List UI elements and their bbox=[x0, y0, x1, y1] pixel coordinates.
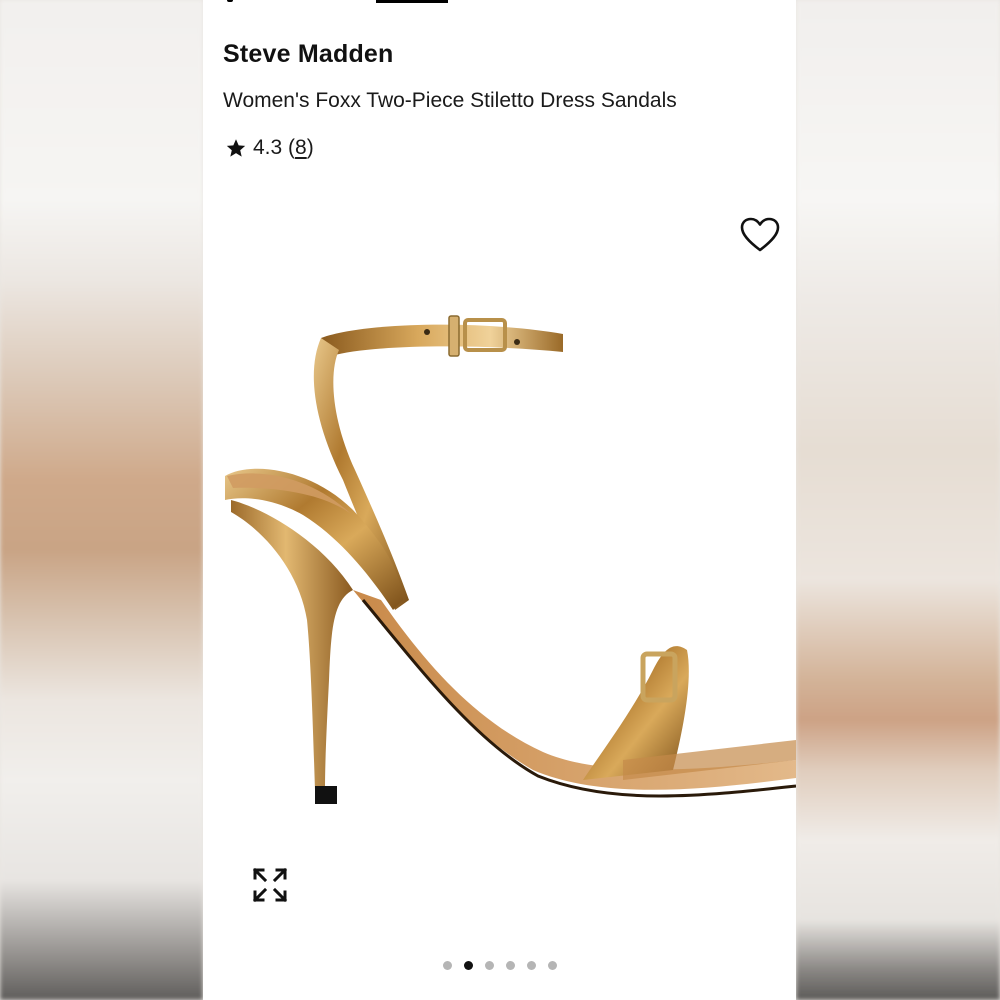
pagination-dot[interactable] bbox=[505, 960, 515, 970]
background-blur-right bbox=[796, 0, 1000, 1000]
product-brand[interactable]: Steve Madden bbox=[223, 40, 394, 69]
product-screen: Steve Madden Women's Foxx Two-Piece Stil… bbox=[203, 0, 796, 1000]
background-blur-left bbox=[0, 0, 203, 1000]
review-count-link[interactable]: 8 bbox=[295, 136, 307, 160]
top-indicator bbox=[227, 0, 233, 2]
pagination-dot[interactable] bbox=[484, 960, 494, 970]
heart-icon bbox=[740, 217, 780, 252]
pagination-dot[interactable] bbox=[463, 960, 473, 970]
star-icon bbox=[226, 139, 246, 157]
pagination-dot[interactable] bbox=[442, 960, 452, 970]
favorite-button[interactable] bbox=[737, 214, 783, 256]
pagination-dot[interactable] bbox=[526, 960, 536, 970]
rating-close-paren: ) bbox=[306, 136, 314, 159]
rating-value: 4.3 bbox=[253, 136, 283, 159]
active-tab-underline bbox=[376, 0, 448, 3]
product-title: Women's Foxx Two-Piece Stiletto Dress Sa… bbox=[223, 89, 677, 112]
image-pagination bbox=[203, 958, 796, 972]
rating-open-paren: ( bbox=[282, 136, 296, 159]
expand-icon bbox=[252, 867, 288, 903]
product-image[interactable] bbox=[203, 300, 796, 820]
expand-image-button[interactable] bbox=[249, 864, 291, 906]
product-rating[interactable]: 4.3 ( 8 ) bbox=[225, 136, 314, 160]
pagination-dot[interactable] bbox=[547, 960, 557, 970]
